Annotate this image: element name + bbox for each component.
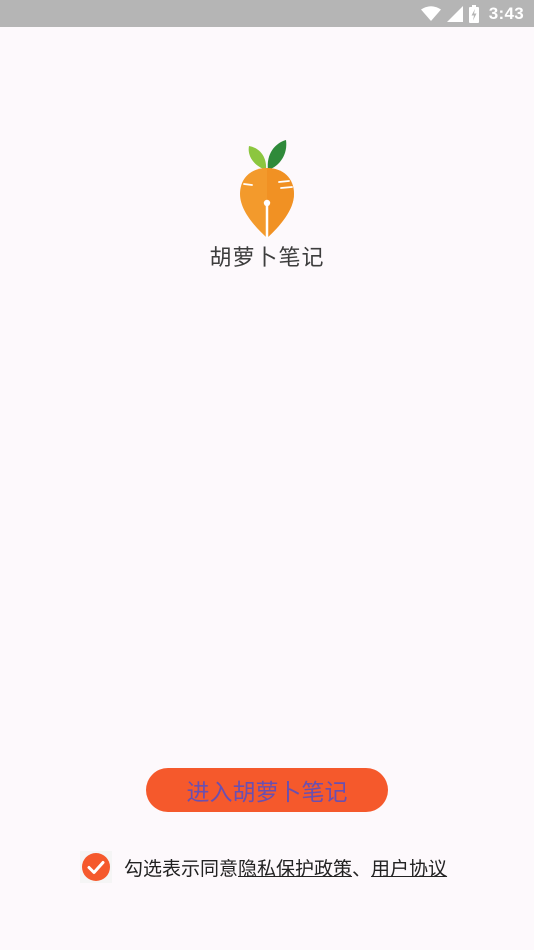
wifi-icon xyxy=(420,5,441,21)
user-agreement-link[interactable]: 用户协议 xyxy=(371,858,447,880)
agreement-text: 勾选表示同意隐私保护政策、用户协议 xyxy=(124,854,447,881)
agreement-row: 勾选表示同意隐私保护政策、用户协议 xyxy=(80,850,447,884)
status-icons: 3:43 xyxy=(420,3,524,24)
agreement-prefix: 勾选表示同意 xyxy=(124,857,239,880)
carrot-pen-logo-icon xyxy=(240,140,294,238)
status-bar: 3:43 xyxy=(0,0,534,27)
app-name: 胡萝卜笔记 xyxy=(209,246,325,271)
battery-icon xyxy=(468,4,479,23)
agreement-separator: 、 xyxy=(352,857,372,880)
enter-app-button-label: 进入胡萝卜笔记 xyxy=(186,780,348,806)
check-icon xyxy=(82,853,110,881)
status-time: 3:43 xyxy=(488,3,524,23)
agree-checkbox[interactable] xyxy=(80,851,112,883)
privacy-policy-link[interactable]: 隐私保护政策 xyxy=(238,858,352,880)
signal-icon xyxy=(446,5,463,22)
enter-app-button[interactable]: 进入胡萝卜笔记 xyxy=(146,768,388,812)
